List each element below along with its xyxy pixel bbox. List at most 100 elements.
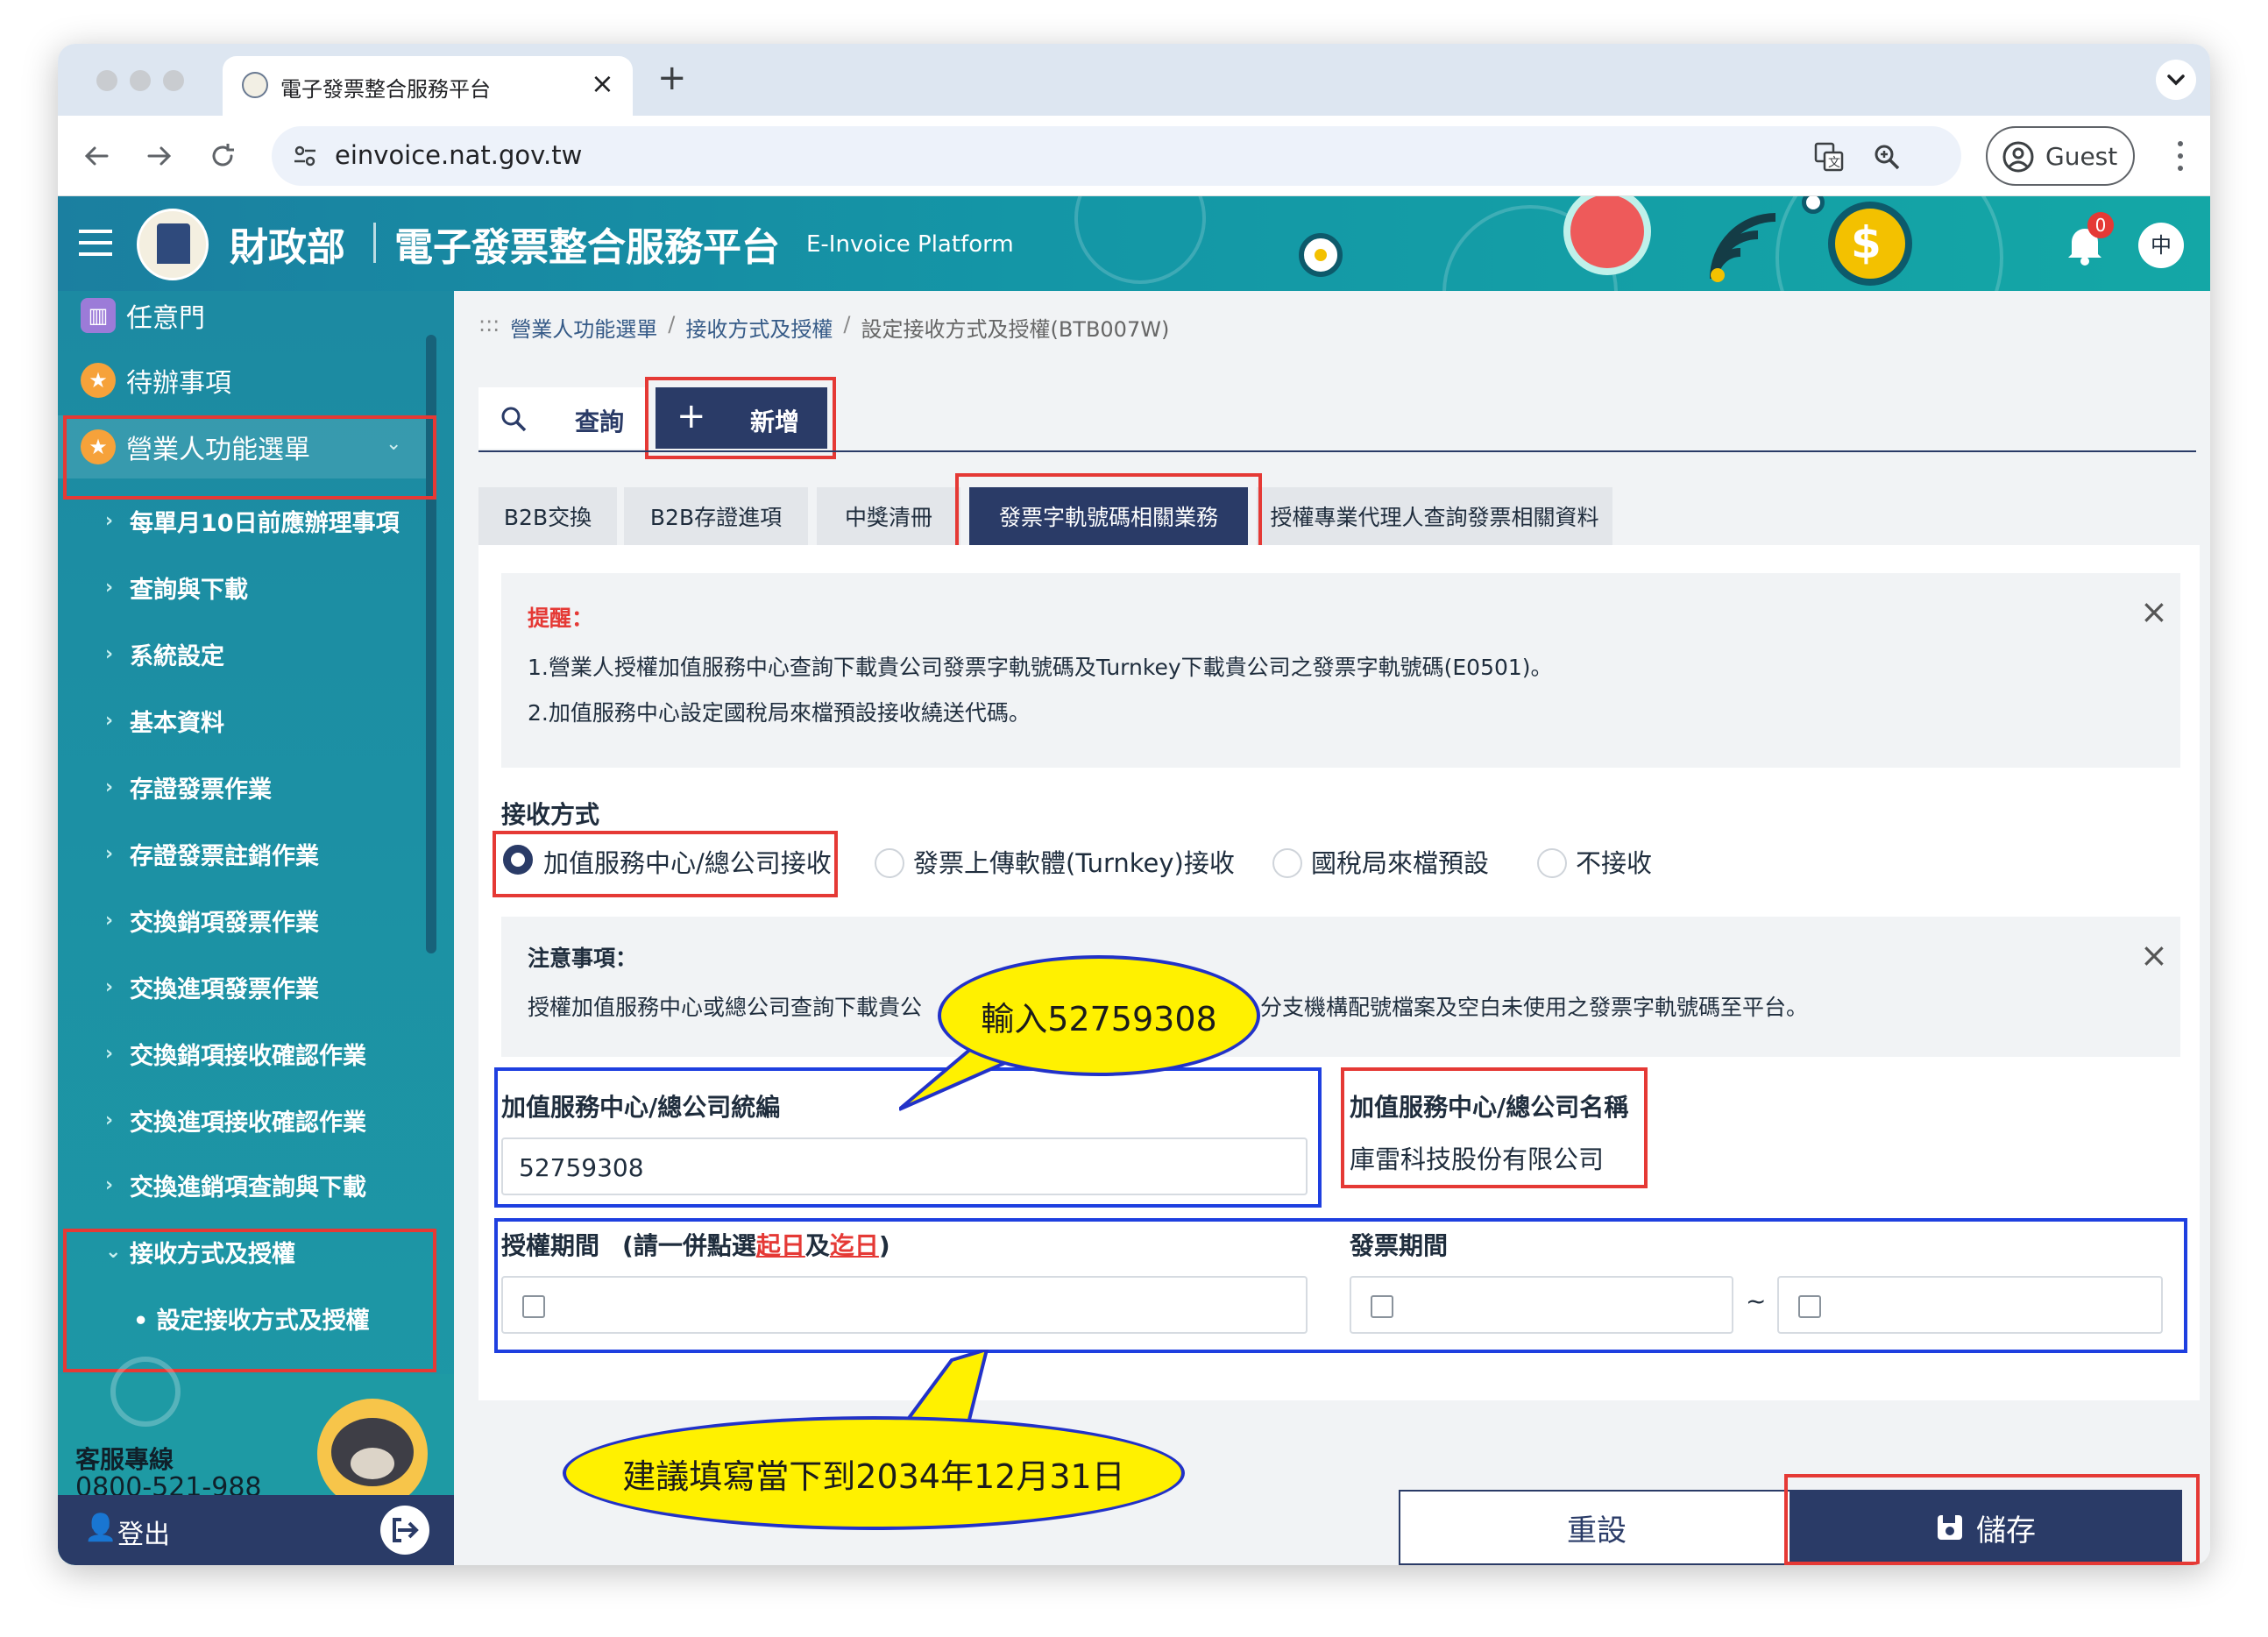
breadcrumb-sep: / [843,312,851,337]
sidebar-sub-label: 交換進項發票作業 [130,975,319,1003]
coin-icon [1299,233,1343,277]
sidebar-sub-item[interactable]: › 交換進項接收確認作業 [58,1088,426,1152]
sidebar-sub-item[interactable]: › 基本資料 [58,689,426,752]
query-label: 查詢 [575,407,625,436]
service-label: 客服專線 [75,1445,174,1474]
sidebar-sub-label: 交換銷項接收確認作業 [130,1042,366,1070]
zoom-icon[interactable] [1872,142,1902,172]
back-arrow-icon[interactable] [81,140,112,172]
sidebar-sub-item[interactable]: › 存證發票作業 [58,755,426,818]
breadcrumb-current: 設定接收方式及授權(BTB007W) [861,317,1170,342]
translate-icon[interactable]: 文 [1814,142,1844,172]
tab-b2b-exchange[interactable]: B2B交換 [478,487,617,545]
browser-window: 電子發票整合服務平台 × + einvoice.nat.gov.tw 文 Gue… [58,44,2210,1565]
sidebar-item-label: 任意門 [126,303,205,334]
chevron-right-icon: › [105,642,114,665]
chevron-right-icon: › [105,1042,114,1065]
browser-toolbar: einvoice.nat.gov.tw 文 Guest [58,116,2210,196]
sidebar-item-anydoor[interactable]: ▥ 任意門 [58,284,426,347]
ministry-name: 財政部 [230,225,345,270]
address-bar[interactable]: einvoice.nat.gov.tw 文 [272,126,1961,186]
annotation-box-receive-auth [63,1229,436,1372]
profile-button[interactable]: Guest [1986,126,2135,186]
minimize-window-dot[interactable] [130,70,151,91]
annotation-box-save [1784,1474,2200,1565]
logout-icon[interactable] [380,1506,429,1555]
sidebar-item-todo[interactable]: ★ 待辦事項 [58,349,426,412]
tab-b2b-deposit-input[interactable]: B2B存證進項 [624,487,808,545]
site-settings-icon[interactable] [291,142,319,170]
radio-label: 不接收 [1576,848,1653,878]
user-icon: 👤 [84,1513,117,1543]
tab-label: 授權專業代理人查詢發票相關資料 [1270,505,1599,530]
sidebar-sub-label: 基本資料 [130,709,224,737]
sidebar-sub-label: 存證發票作業 [130,776,272,804]
tab-agent-authorization[interactable]: 授權專業代理人查詢發票相關資料 [1257,487,1612,545]
chevron-right-icon: › [105,1109,114,1131]
bear-mascot-avatar [317,1399,428,1509]
hamburger-menu-icon[interactable] [77,226,114,259]
radio-receive-none[interactable] [1537,848,1567,878]
close-icon[interactable]: × [2140,936,2168,974]
dollar-coin-icon: $ [1828,202,1912,286]
radio-label: 國稅局來檔預設 [1311,848,1490,878]
close-window-dot[interactable] [96,70,117,91]
sidebar-sub-item[interactable]: › 交換銷項接收確認作業 [58,1022,426,1085]
tab-label: B2B存證進項 [649,505,783,530]
sidebar-sub-item[interactable]: › 系統設定 [58,622,426,685]
sidebar-sub-item[interactable]: › 交換銷項發票作業 [58,889,426,952]
radio-receive-turnkey[interactable] [875,848,904,878]
reminder-line: 2.加值服務中心設定國稅局來檔預設接收繞送代碼。 [528,700,1031,726]
forward-arrow-icon[interactable] [144,140,175,172]
chevron-right-icon: › [105,509,114,532]
tab-close-icon[interactable]: × [591,67,614,100]
logout-bar[interactable]: 👤 登出 [58,1495,454,1565]
breadcrumb-item[interactable]: 接收方式及授權 [685,312,833,343]
site-favicon-icon [242,72,268,98]
sidebar-sub-label: 交換進銷項查詢與下載 [130,1173,366,1201]
sidebar-sub-item[interactable]: › 交換進項發票作業 [58,955,426,1018]
tab-label: B2B交換 [503,505,592,530]
reset-button[interactable]: 重設 [1399,1490,1795,1565]
map-icon: ▥ [81,298,116,333]
tab-prize-list[interactable]: 中獎清冊 [817,487,960,545]
decor-circle [1074,196,1206,284]
annotation-box-receive-option [493,831,838,897]
language-button[interactable]: 中 [2138,223,2184,268]
sidebar: ▥ 任意門 ★ 待辦事項 ★ 營業人功能選單 ⌄ › 每單月10日前應辦理事項 ›… [58,291,454,1565]
sidebar-item-label: 待辦事項 [126,368,231,399]
sidebar-sub-label: 存證發票註銷作業 [130,842,319,870]
query-tab[interactable]: 查詢 [478,387,649,449]
breadcrumb-item[interactable]: 營業人功能選單 [510,312,657,343]
sidebar-sub-item[interactable]: › 每單月10日前應辦理事項 [58,489,426,552]
chevron-right-icon: › [105,842,114,865]
radio-receive-tax-bureau[interactable] [1272,848,1302,878]
sidebar-sub-label: 交換進項接收確認作業 [130,1109,366,1137]
chevron-right-icon: › [105,1173,114,1196]
star-icon: ★ [81,363,116,398]
reload-icon[interactable] [207,140,238,172]
sidebar-sub-item[interactable]: › 查詢與下載 [58,556,426,619]
action-tabs-underline [478,450,2196,452]
close-icon[interactable]: × [2140,592,2168,631]
sidebar-sub-label: 系統設定 [130,642,224,670]
chevron-right-icon: › [105,709,114,732]
reminder-title: 提醒： [528,606,594,631]
tab-search-button[interactable] [2156,60,2196,100]
breadcrumb-sep: / [668,312,676,337]
more-menu-icon[interactable] [2172,138,2189,174]
sidebar-sub-item[interactable]: › 交換進銷項查詢與下載 [58,1153,426,1216]
annotation-box-periods [494,1218,2187,1353]
gift-tag-icon [1563,196,1651,275]
sidebar-sub-item[interactable]: › 存證發票註銷作業 [58,822,426,885]
reset-label: 重設 [1567,1513,1627,1548]
logout-label: 登出 [117,1520,170,1550]
wifi-signal-icon [1710,213,1776,282]
new-tab-button[interactable]: + [657,58,687,98]
maximize-window-dot[interactable] [163,70,184,91]
browser-tab[interactable]: 電子發票整合服務平台 × [223,56,633,116]
tab-strip: 電子發票整合服務平台 × + [58,44,2210,116]
callout-suggest-date: 建議填寫當下到2034年12月31日 [563,1416,1185,1530]
url-text: einvoice.nat.gov.tw [335,140,583,170]
browser-tab-title: 電子發票整合服務平台 [280,77,491,102]
